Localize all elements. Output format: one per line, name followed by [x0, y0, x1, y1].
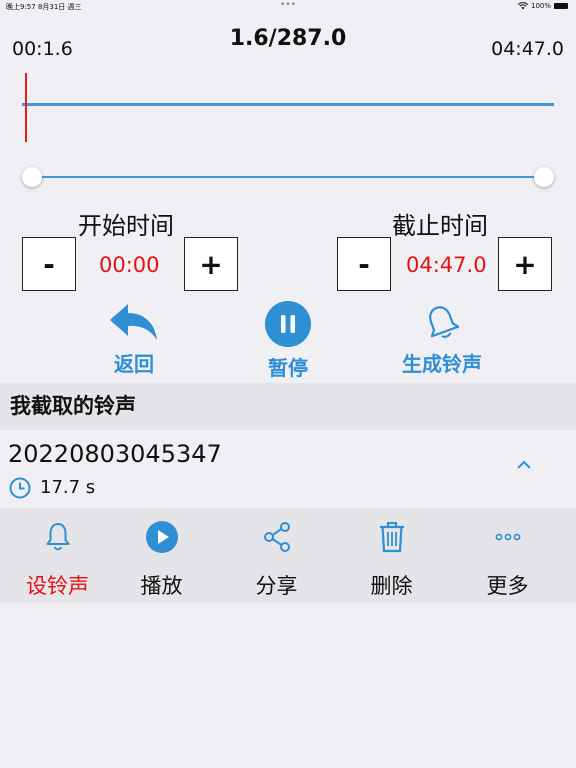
- end-minus-button[interactable]: -: [337, 237, 391, 291]
- delete-button[interactable]: 删除: [334, 508, 449, 603]
- set-ringtone-label: 设铃声: [26, 574, 89, 598]
- trim-start-handle[interactable]: [22, 167, 42, 187]
- waveform-line[interactable]: [22, 103, 554, 106]
- trim-range-track[interactable]: [32, 176, 544, 178]
- generate-ringtone-button[interactable]: 生成铃声: [386, 302, 498, 377]
- pause-label: 暂停: [268, 356, 308, 380]
- end-time: 04:47.0: [491, 38, 564, 60]
- ringtone-name: 20220803045347: [8, 440, 222, 468]
- generate-ringtone-label: 生成铃声: [402, 352, 482, 376]
- trash-icon: [379, 522, 404, 553]
- bell-outline-icon: [429, 306, 460, 338]
- end-plus-button[interactable]: +: [498, 237, 552, 291]
- play-label: 播放: [140, 574, 183, 598]
- end-time-label: 截止时间: [392, 212, 488, 240]
- ringtone-duration: 17.7 s: [40, 477, 96, 498]
- status-right: 100%: [517, 2, 568, 10]
- chevron-up-icon[interactable]: [514, 458, 534, 472]
- back-label: 返回: [114, 352, 154, 376]
- start-minus-button[interactable]: -: [22, 237, 76, 291]
- back-button[interactable]: 返回: [94, 302, 174, 377]
- delete-label: 删除: [370, 574, 413, 598]
- share-button[interactable]: 分享: [219, 508, 334, 603]
- start-time-label: 开始时间: [78, 212, 174, 240]
- play-icon: [145, 521, 178, 553]
- position-total: 1.6/287.0: [229, 26, 347, 51]
- more-button[interactable]: 更多: [450, 508, 565, 603]
- pause-button[interactable]: 暂停: [248, 300, 328, 381]
- more-icon: [495, 533, 520, 541]
- pause-icon: [265, 301, 311, 347]
- clock-icon: [9, 477, 31, 499]
- battery-icon: [554, 3, 568, 9]
- start-plus-button[interactable]: +: [184, 237, 238, 291]
- my-ringtones-header: 我截取的铃声: [0, 383, 576, 430]
- ringtone-toolbar: 设铃声 播放 分享 删除 更多: [0, 508, 576, 603]
- reply-arrow-icon: [110, 304, 157, 340]
- share-icon: [263, 522, 290, 552]
- bell-icon: [46, 523, 69, 551]
- multitask-dots[interactable]: •••: [280, 0, 296, 10]
- status-time-date: 晚上9:57 8月31日 週三: [6, 3, 82, 11]
- status-bar: 晚上9:57 8月31日 週三 ••• 100%: [0, 0, 576, 12]
- list-item[interactable]: 20220803045347 17.7 s: [0, 430, 576, 508]
- trim-end-handle[interactable]: [534, 167, 554, 187]
- battery-percent: 100%: [530, 2, 551, 10]
- set-ringtone-button[interactable]: 设铃声: [0, 508, 115, 603]
- share-label: 分享: [255, 574, 298, 598]
- playhead-cursor[interactable]: [25, 73, 27, 142]
- start-time-value: 00:00: [99, 253, 160, 277]
- more-label: 更多: [486, 574, 529, 598]
- wifi-icon: [517, 2, 528, 10]
- play-button[interactable]: 播放: [104, 508, 219, 603]
- end-time-value: 04:47.0: [406, 253, 487, 277]
